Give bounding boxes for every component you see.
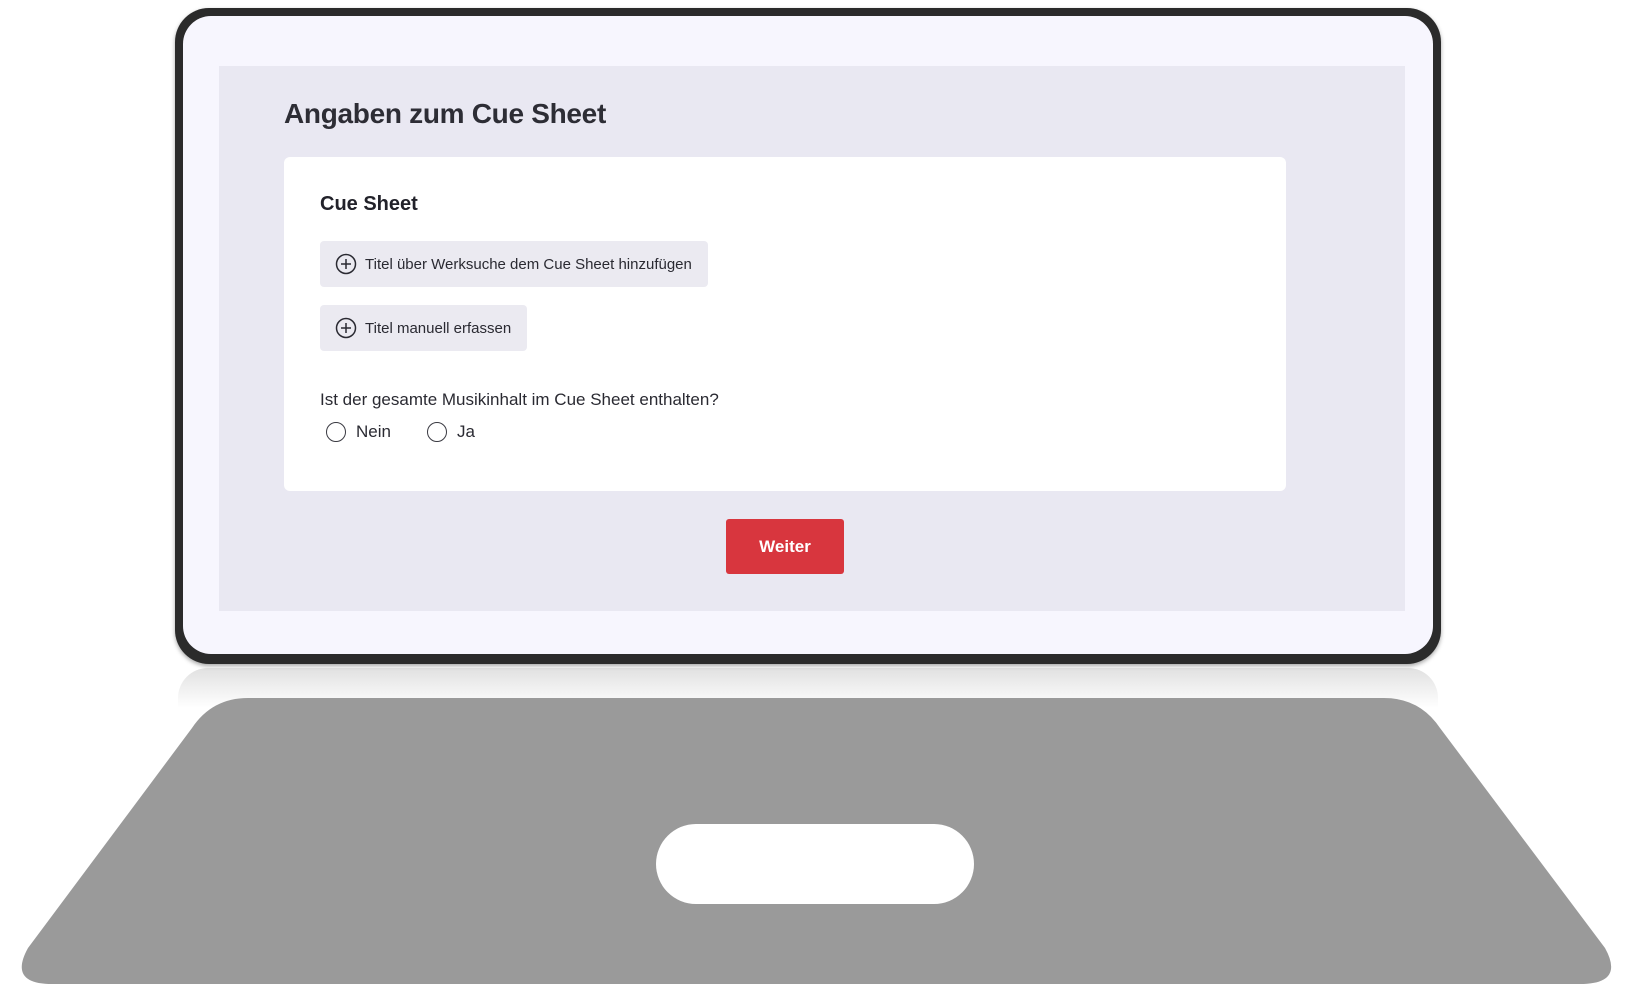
add-title-manually-label: Titel manuell erfassen (365, 319, 512, 337)
radio-label-nein: Nein (356, 422, 391, 441)
laptop-base (0, 698, 1632, 984)
card-title: Cue Sheet (320, 193, 418, 215)
radio-button-ja[interactable] (426, 422, 447, 442)
add-title-manually-button[interactable]: Titel manuell erfassen (320, 305, 528, 351)
plus-circle-icon (335, 317, 357, 339)
radio-button-nein[interactable] (326, 422, 346, 442)
page-title: Angaben zum Cue Sheet (284, 98, 606, 129)
plus-circle-icon (335, 253, 357, 275)
radio-option-ja[interactable]: Ja (426, 422, 475, 442)
music-content-radio-group: Nein Ja (326, 422, 511, 442)
trackpad (656, 824, 974, 904)
add-title-via-search-label: Titel über Werksuche dem Cue Sheet hinzu… (365, 255, 692, 273)
radio-label-ja: Ja (456, 422, 475, 441)
music-content-question: Ist der gesamte Musikinhalt im Cue Sheet… (320, 390, 719, 409)
next-button[interactable]: Weiter (726, 519, 844, 574)
add-title-via-search-button[interactable]: Titel über Werksuche dem Cue Sheet hinzu… (320, 241, 708, 287)
cue-sheet-card: Cue Sheet Titel über Werksuche dem Cue S… (284, 157, 1286, 491)
radio-option-nein[interactable]: Nein (326, 422, 391, 442)
laptop-mockup: Angaben zum Cue Sheet Cue Sheet Titel üb… (0, 0, 1632, 984)
